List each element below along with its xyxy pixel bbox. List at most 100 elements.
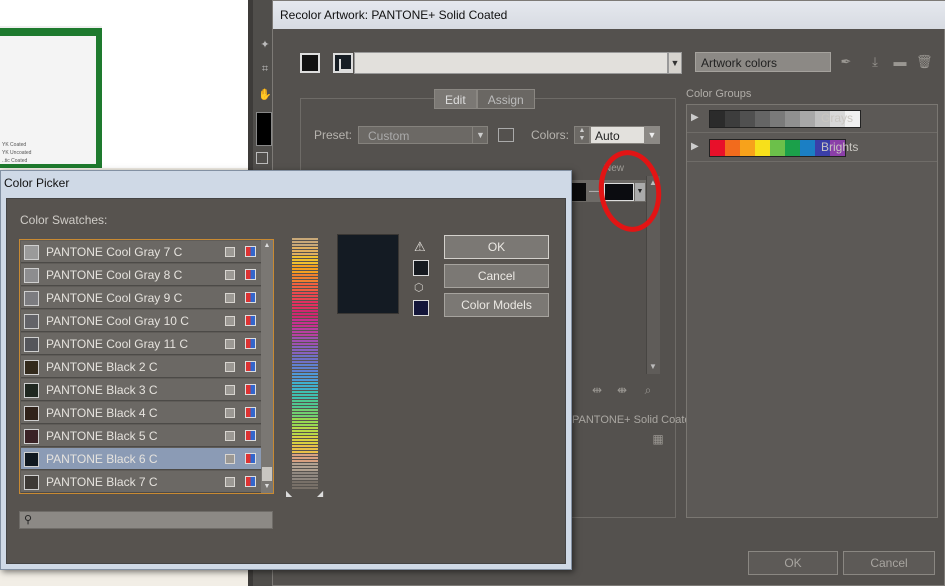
slice-tool-icon[interactable]: ⌗	[258, 62, 272, 76]
group-swatch[interactable]	[740, 111, 755, 127]
recolor-artwork-swatch[interactable]	[333, 53, 353, 73]
spectrum-stripe	[292, 469, 318, 471]
spectrum-stripe	[292, 430, 318, 432]
spectrum-stripe	[292, 406, 318, 408]
group-swatch[interactable]	[740, 140, 755, 156]
recolor-tabs: Edit Assign	[434, 89, 540, 109]
swatch-row[interactable]: PANTONE Black 2 C	[21, 356, 261, 378]
chevron-down-icon[interactable]: ▼	[472, 126, 488, 144]
expand-triangle-icon[interactable]: ▶	[691, 112, 699, 123]
scroll-down-icon[interactable]: ▼	[646, 360, 660, 374]
color-group-name-field[interactable]: Artwork colors	[695, 52, 831, 72]
spectrum-stripe	[292, 418, 318, 420]
current-color-cell[interactable]	[570, 183, 586, 201]
group-swatch[interactable]	[725, 140, 740, 156]
eyedropper-icon[interactable]: ✒	[838, 54, 854, 70]
group-swatch[interactable]	[710, 140, 725, 156]
swatch-row[interactable]: PANTONE Cool Gray 11 C	[21, 333, 261, 355]
slider-handle-left-icon[interactable]: ◣	[286, 489, 292, 498]
ok-button[interactable]: OK	[444, 235, 549, 259]
stroke-swatch[interactable]	[256, 152, 268, 164]
swatch-name: PANTONE Cool Gray 8 C	[46, 268, 183, 282]
trash-icon[interactable]: 🗑	[916, 54, 933, 70]
group-swatch[interactable]	[755, 140, 770, 156]
spectrum-stripe	[292, 280, 318, 282]
recolor-ok-button[interactable]: OK	[748, 551, 838, 575]
spectrum-stripe	[292, 487, 318, 489]
preset-select[interactable]: Custom	[358, 126, 488, 144]
slider-handle-right-icon[interactable]: ◢	[317, 489, 323, 498]
spot-color-icon	[225, 454, 235, 464]
scroll-down-icon[interactable]: ▼	[261, 481, 273, 493]
spectrum-stripe	[292, 412, 318, 414]
doc-line: YK Coated	[2, 142, 27, 148]
web-safe-cube-icon[interactable]: ⬡	[414, 281, 424, 294]
recolor-fill-swatch[interactable]	[300, 53, 320, 73]
out-of-gamut-warning-icon[interactable]: ⚠	[414, 239, 426, 255]
spectrum-stripe	[292, 460, 318, 462]
folder-icon[interactable]: ▬	[892, 54, 908, 70]
chevron-down-icon[interactable]: ▼	[668, 52, 682, 74]
spectrum-stripe	[292, 271, 318, 273]
merge-colors-icon[interactable]: ⇹	[587, 383, 607, 399]
swatch-row[interactable]: PANTONE Black 4 C	[21, 402, 261, 424]
swatch-name: PANTONE Cool Gray 7 C	[46, 245, 183, 259]
color-mode-icon	[245, 361, 256, 372]
group-swatch[interactable]	[770, 111, 785, 127]
hand-tool-icon[interactable]: ✋	[258, 88, 272, 102]
swatch-row[interactable]: PANTONE Black 6 C	[21, 448, 261, 470]
separate-colors-icon[interactable]: ⇼	[612, 383, 632, 399]
library-menu-icon[interactable]: ▦	[648, 432, 668, 448]
swatch-color-chip	[24, 291, 39, 306]
group-swatch[interactable]	[770, 140, 785, 156]
swatch-row[interactable]: PANTONE Cool Gray 10 C	[21, 310, 261, 332]
tab-edit[interactable]: Edit	[434, 89, 477, 109]
group-swatch[interactable]	[800, 140, 815, 156]
swatch-row[interactable]: PANTONE Black 5 C	[21, 425, 261, 447]
spectrum-stripe	[292, 274, 318, 276]
colors-stepper[interactable]: ▲ ▼	[574, 126, 590, 144]
gamut-color-swatch[interactable]	[413, 260, 429, 276]
recolor-name-field[interactable]	[354, 52, 668, 74]
web-safe-color-swatch[interactable]	[413, 300, 429, 316]
spectrum-stripe	[292, 373, 318, 375]
chevron-down-icon[interactable]: ▼	[644, 126, 660, 144]
swatch-row[interactable]: PANTONE Black 7 C	[21, 471, 261, 493]
zoom-tool-icon[interactable]: ✦	[258, 38, 272, 52]
preset-options-icon[interactable]	[498, 128, 514, 142]
swatch-scrollbar[interactable]	[261, 240, 273, 493]
color-spectrum-slider[interactable]	[292, 238, 318, 490]
swatch-row[interactable]: PANTONE Cool Gray 8 C	[21, 264, 261, 286]
swatch-row[interactable]: PANTONE Cool Gray 7 C	[21, 241, 261, 263]
spectrum-stripe	[292, 295, 318, 297]
cancel-button[interactable]: Cancel	[444, 264, 549, 288]
color-mode-icon	[245, 315, 256, 326]
swatch-row[interactable]: PANTONE Cool Gray 9 C	[21, 287, 261, 309]
spot-color-icon	[225, 385, 235, 395]
group-swatch[interactable]	[755, 111, 770, 127]
swatch-search-input[interactable]	[19, 511, 273, 529]
scroll-thumb[interactable]	[262, 467, 272, 481]
spectrum-stripe	[292, 394, 318, 396]
spectrum-stripe	[292, 346, 318, 348]
color-models-button[interactable]: Color Models	[444, 293, 549, 317]
fill-swatch[interactable]	[256, 112, 272, 146]
tab-assign[interactable]: Assign	[476, 89, 535, 109]
expand-triangle-icon[interactable]: ▶	[691, 141, 699, 152]
group-swatch[interactable]	[725, 111, 740, 127]
group-swatch[interactable]	[785, 140, 800, 156]
scroll-up-icon[interactable]: ▲	[261, 240, 273, 252]
swatch-color-chip	[24, 245, 39, 260]
swatch-row[interactable]: PANTONE Black 3 C	[21, 379, 261, 401]
group-swatch[interactable]	[710, 111, 725, 127]
spectrum-stripe	[292, 244, 318, 246]
swatch-color-chip	[24, 475, 39, 490]
recolor-cancel-button[interactable]: Cancel	[843, 551, 935, 575]
color-group-grays[interactable]: ▶ Grays	[687, 105, 937, 133]
group-swatch[interactable]	[785, 111, 800, 127]
spectrum-stripe	[292, 424, 318, 426]
group-swatch[interactable]	[800, 111, 815, 127]
find-color-icon[interactable]: ⌕	[638, 383, 658, 399]
save-group-icon[interactable]: ⤓	[867, 54, 883, 70]
color-group-brights[interactable]: ▶ Brights	[687, 134, 937, 162]
